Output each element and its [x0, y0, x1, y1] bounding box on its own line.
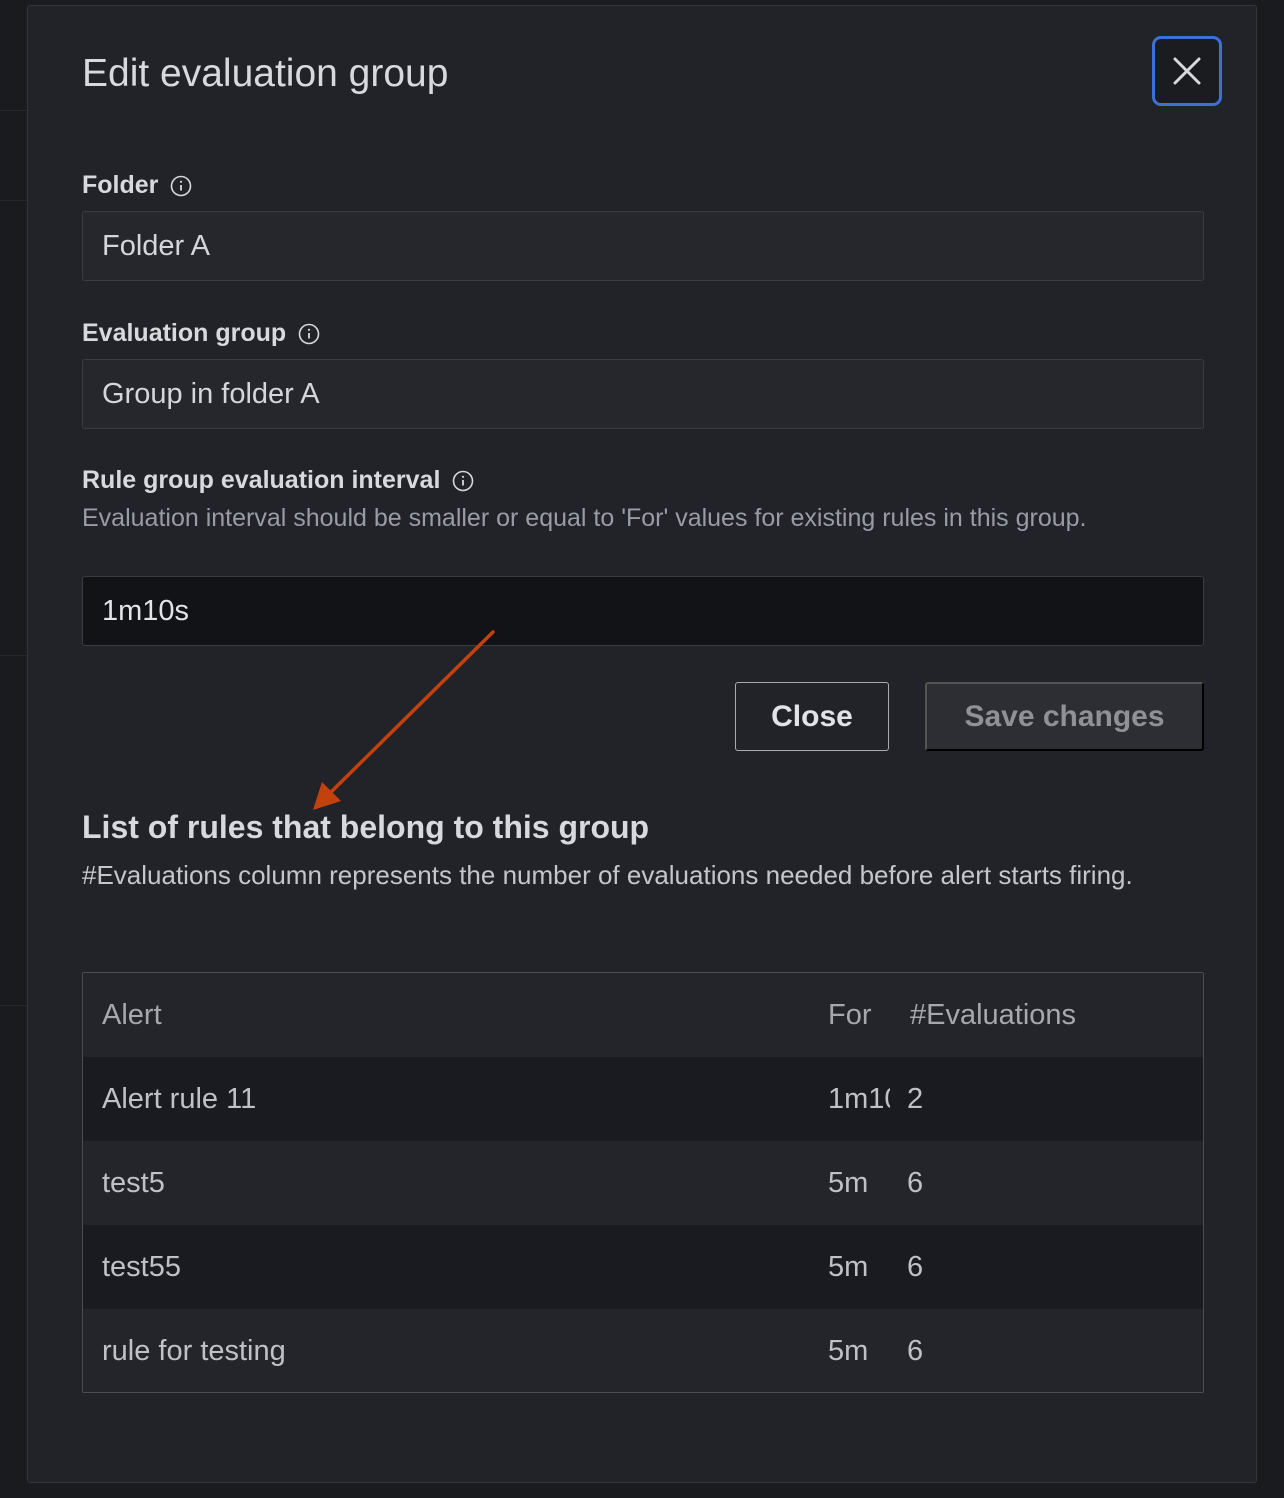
cell-alert: Alert rule 11: [102, 1082, 257, 1115]
table-row: rule for testing 5m 6: [83, 1309, 1203, 1392]
cell-evaluations: 6: [907, 1334, 924, 1367]
cell-alert: test5: [102, 1166, 165, 1199]
backdrop-divider: [0, 200, 27, 201]
cell-evaluations: 6: [907, 1250, 924, 1283]
cell-evaluations: 2: [907, 1082, 924, 1115]
folder-label: Folder: [82, 171, 192, 200]
table-row: test5 5m 6: [83, 1141, 1203, 1225]
evaluation-interval-label: Rule group evaluation interval: [82, 466, 474, 495]
evaluation-interval-input[interactable]: 1m10s: [82, 576, 1204, 646]
close-button[interactable]: Close: [735, 682, 889, 751]
table-row: test55 5m 6: [83, 1225, 1203, 1309]
evaluation-group-input[interactable]: Group in folder A: [82, 359, 1204, 429]
cell-alert: rule for testing: [102, 1334, 286, 1367]
table-row: Alert rule 11 1m10s 2: [83, 1057, 1203, 1141]
cell-alert: test55: [102, 1250, 181, 1283]
folder-label-text: Folder: [82, 171, 159, 199]
column-header-evaluations: #Evaluations: [910, 998, 1077, 1031]
evaluation-group-label: Evaluation group: [82, 319, 320, 348]
column-header-alert: Alert: [102, 998, 162, 1031]
info-icon[interactable]: [298, 323, 320, 345]
rules-list-description: #Evaluations column represents the numbe…: [82, 860, 1133, 890]
rules-list-title: List of rules that belong to this group: [82, 809, 650, 845]
backdrop-divider: [0, 1005, 27, 1006]
cell-for: 5m: [828, 1250, 869, 1283]
evaluation-group-label-text: Evaluation group: [82, 319, 287, 347]
info-icon[interactable]: [452, 470, 474, 492]
folder-input[interactable]: Folder A: [82, 211, 1204, 281]
save-changes-button[interactable]: Save changes: [925, 682, 1204, 751]
cell-for: 1m10s: [828, 1082, 890, 1115]
cell-for: 5m: [828, 1334, 869, 1367]
evaluation-interval-description: Evaluation interval should be smaller or…: [82, 504, 1087, 532]
info-icon[interactable]: [170, 175, 192, 197]
close-modal-button[interactable]: [1152, 36, 1222, 106]
modal-title: Edit evaluation group: [82, 52, 449, 95]
cell-evaluations: 6: [907, 1166, 924, 1199]
edit-evaluation-group-modal: Edit evaluation group Folder Folder A Ev…: [27, 5, 1257, 1483]
cell-for: 5m: [828, 1166, 869, 1199]
table-header-row: Alert For #Evaluations: [83, 973, 1203, 1057]
rules-table: Alert For #Evaluations Alert rule 11 1m1…: [82, 972, 1204, 1393]
close-icon: [1173, 57, 1201, 85]
column-header-for: For: [828, 998, 872, 1031]
backdrop-divider: [0, 110, 27, 111]
evaluation-interval-label-text: Rule group evaluation interval: [82, 466, 441, 494]
backdrop-divider: [0, 655, 27, 656]
